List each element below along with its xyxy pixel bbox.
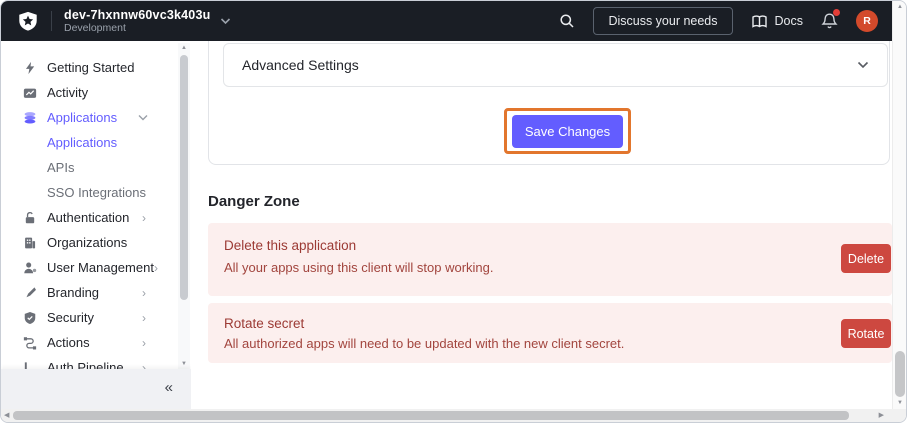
- advanced-settings-label: Advanced Settings: [242, 57, 359, 73]
- tenant-switcher[interactable]: dev-7hxnnw60vc3k403u Development: [64, 8, 210, 34]
- scroll-down-icon[interactable]: ▼: [178, 361, 190, 367]
- sidebar-item-label: Actions: [47, 335, 90, 350]
- sidebar-item-label: User Management: [47, 260, 154, 275]
- lightning-icon: [22, 60, 38, 76]
- rotate-secret-title: Rotate secret: [224, 316, 304, 331]
- notification-badge: [833, 9, 840, 16]
- sidebar-subitem-applications[interactable]: Applications: [1, 130, 179, 155]
- sidebar-item-applications[interactable]: Applications: [1, 105, 179, 130]
- top-header: dev-7hxnnw60vc3k403u Development Discuss…: [1, 1, 892, 41]
- sidebar-item-label: Getting Started: [47, 60, 134, 75]
- rotate-secret-description: All authorized apps will need to be upda…: [224, 336, 624, 351]
- rotate-secret-panel: Rotate secret All authorized apps will n…: [208, 303, 892, 363]
- lock-icon: [22, 210, 38, 226]
- delete-application-description: All your apps using this client will sto…: [224, 260, 494, 275]
- sidebar-item-label: Activity: [47, 85, 88, 100]
- advanced-settings-section[interactable]: Advanced Settings: [223, 43, 888, 87]
- chevron-down-icon: [138, 114, 148, 121]
- save-changes-button[interactable]: Save Changes: [512, 115, 623, 148]
- sidebar-item-security[interactable]: Security ›: [1, 305, 179, 330]
- chevron-right-icon: ›: [154, 261, 158, 275]
- discuss-your-needs-button[interactable]: Discuss your needs: [593, 7, 732, 35]
- user-icon: [22, 260, 38, 276]
- delete-application-title: Delete this application: [224, 238, 356, 253]
- notifications-button[interactable]: [821, 12, 838, 30]
- chevron-down-icon[interactable]: [857, 61, 869, 69]
- chevron-right-icon: ›: [142, 336, 146, 350]
- sidebar-scrollbar[interactable]: ▲ ▼: [178, 43, 190, 369]
- docs-label: Docs: [775, 14, 803, 28]
- sidebar-scrollbar-thumb[interactable]: [180, 55, 188, 300]
- sidebar-item-activity[interactable]: Activity: [1, 80, 179, 105]
- sidebar-item-label: APIs: [47, 160, 74, 175]
- sidebar-footer: «: [1, 369, 191, 409]
- scroll-up-icon[interactable]: ▲: [894, 4, 906, 10]
- vertical-scrollbar[interactable]: ▲ ▼: [892, 1, 906, 409]
- delete-application-panel: Delete this application All your apps us…: [208, 223, 892, 296]
- chevron-right-icon: ›: [142, 286, 146, 300]
- sidebar-item-label: Applications: [47, 110, 117, 125]
- vertical-scrollbar-thumb[interactable]: [895, 351, 905, 397]
- sidebar-item-actions[interactable]: Actions ›: [1, 330, 179, 355]
- activity-icon: [22, 85, 38, 101]
- app-window: dev-7hxnnw60vc3k403u Development Discuss…: [0, 0, 907, 423]
- scrollbar-corner: [892, 409, 906, 422]
- sidebar-item-label: Authentication: [47, 210, 129, 225]
- sidebar: Getting Started Activity Applications Ap…: [1, 41, 191, 409]
- book-icon: [751, 14, 768, 29]
- tenant-name: dev-7hxnnw60vc3k403u: [64, 8, 210, 22]
- shield-check-icon: [22, 310, 38, 326]
- danger-zone-title: Danger Zone: [208, 193, 300, 210]
- sidebar-item-branding[interactable]: Branding ›: [1, 280, 179, 305]
- main-content: Advanced Settings Save Changes Danger Zo…: [191, 41, 892, 409]
- scroll-left-icon[interactable]: ◀: [4, 411, 9, 419]
- scroll-up-icon[interactable]: ▲: [178, 45, 190, 51]
- building-icon: [22, 235, 38, 251]
- brush-icon: [22, 285, 38, 301]
- flow-icon: [22, 335, 38, 351]
- sidebar-item-label: Branding: [47, 285, 99, 300]
- sidebar-subitem-apis[interactable]: APIs: [1, 155, 179, 180]
- sidebar-item-label: Organizations: [47, 235, 127, 250]
- docs-link[interactable]: Docs: [751, 14, 803, 29]
- collapse-sidebar-button[interactable]: «: [165, 378, 173, 398]
- chevron-down-icon: [220, 12, 231, 30]
- avatar[interactable]: R: [856, 10, 878, 32]
- sidebar-item-getting-started[interactable]: Getting Started: [1, 55, 179, 80]
- sidebar-item-user-management[interactable]: User Management ›: [1, 255, 179, 280]
- sidebar-item-label: SSO Integrations: [47, 185, 146, 200]
- sidebar-item-organizations[interactable]: Organizations: [1, 230, 179, 255]
- rotate-button[interactable]: Rotate: [841, 319, 891, 348]
- chevron-right-icon: ›: [142, 311, 146, 325]
- horizontal-scrollbar-thumb[interactable]: [13, 411, 849, 420]
- sidebar-item-authentication[interactable]: Authentication ›: [1, 205, 179, 230]
- applications-icon: [22, 110, 38, 126]
- horizontal-scrollbar[interactable]: ◀ ▶: [1, 409, 892, 422]
- sidebar-subitem-sso-integrations[interactable]: SSO Integrations: [1, 180, 179, 205]
- header-divider: [51, 11, 52, 31]
- auth0-logo-icon[interactable]: [17, 10, 39, 33]
- sidebar-item-label: Applications: [47, 135, 117, 150]
- delete-button[interactable]: Delete: [841, 244, 891, 273]
- scroll-down-icon[interactable]: ▼: [894, 400, 906, 406]
- sidebar-item-label: Security: [47, 310, 94, 325]
- chevron-right-icon: ›: [142, 211, 146, 225]
- sidebar-nav: Getting Started Activity Applications Ap…: [1, 55, 179, 371]
- tenant-environment: Development: [64, 22, 210, 34]
- search-icon[interactable]: [559, 13, 575, 29]
- scroll-right-icon[interactable]: ▶: [879, 411, 884, 419]
